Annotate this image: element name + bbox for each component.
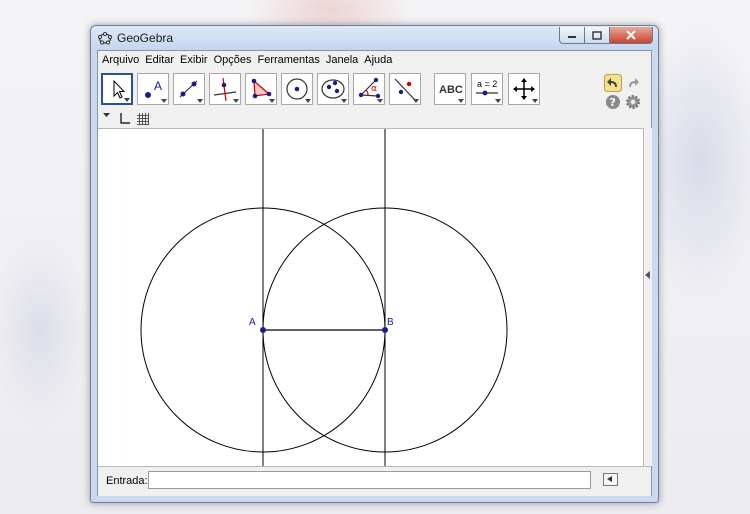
tool-reflect[interactable] <box>389 73 421 105</box>
menu-editar[interactable]: Editar <box>145 54 174 66</box>
close-icon <box>626 30 636 40</box>
app-client-area: Arquivo Editar Exibir Opções Ferramentas… <box>97 50 652 496</box>
tool-move-graphics[interactable] <box>508 73 540 105</box>
virtual-keyboard-button[interactable] <box>603 473 618 486</box>
gear-icon[interactable] <box>624 93 642 111</box>
menu-arquivo[interactable]: Arquivo <box>102 54 139 66</box>
geogebra-window: GeoGebra Arquivo Editar Exibir Opções Fe… <box>90 25 659 503</box>
dropdown-triangle-icon <box>124 98 130 102</box>
tool-point[interactable]: A <box>137 73 169 105</box>
tool-polygon[interactable] <box>245 73 277 105</box>
dropdown-triangle-icon <box>161 99 167 103</box>
undo-icon[interactable] <box>604 74 622 92</box>
dropdown-triangle-icon <box>305 99 311 103</box>
menu-bar: Arquivo Editar Exibir Opções Ferramentas… <box>98 51 651 69</box>
tool-slider-label: a = 2 <box>477 79 497 89</box>
maximize-icon <box>592 30 602 40</box>
window-controls <box>559 27 653 44</box>
geogebra-icon <box>98 32 112 45</box>
tool-bar: A α ABC a = 2 ? <box>98 70 651 110</box>
menu-opcoes[interactable]: Opções <box>214 54 252 66</box>
axes-icon[interactable] <box>117 112 131 126</box>
title-bar[interactable]: GeoGebra <box>91 26 658 50</box>
tool-circle[interactable] <box>281 73 313 105</box>
chevron-left-icon <box>645 271 650 279</box>
menu-exibir[interactable]: Exibir <box>180 54 208 66</box>
dropdown-triangle-icon <box>197 99 203 103</box>
dropdown-triangle-icon <box>233 99 239 103</box>
grid-icon[interactable] <box>136 112 150 126</box>
menu-ferramentas[interactable]: Ferramentas <box>257 54 319 66</box>
point-a-label: A <box>249 317 256 328</box>
point-a[interactable] <box>260 327 266 333</box>
point-b-label: B <box>387 317 394 328</box>
dropdown-triangle-icon <box>532 99 538 103</box>
minimize-icon <box>568 36 576 38</box>
tool-angle[interactable]: α <box>353 73 385 105</box>
tool-slider[interactable]: a = 2 <box>471 73 503 105</box>
dropdown-triangle-icon <box>269 99 275 103</box>
input-field[interactable] <box>148 471 591 489</box>
window-title: GeoGebra <box>117 31 174 45</box>
dropdown-triangle-icon <box>377 99 383 103</box>
input-bar: Entrada: <box>98 466 651 496</box>
menu-ajuda[interactable]: Ajuda <box>364 54 392 66</box>
construction-drawing: A B <box>140 129 508 467</box>
maximize-button[interactable] <box>585 27 610 44</box>
tool-angle-label: α <box>371 84 377 94</box>
redo-icon[interactable] <box>624 74 642 92</box>
graphics-view[interactable]: A B <box>98 128 643 467</box>
dropdown-triangle-icon <box>341 99 347 103</box>
tool-text-label: ABC <box>439 84 463 96</box>
tool-conic[interactable] <box>317 73 349 105</box>
tool-point-label: A <box>154 79 162 93</box>
close-button[interactable] <box>610 27 653 44</box>
dropdown-triangle-icon[interactable] <box>103 113 110 119</box>
dropdown-triangle-icon <box>413 99 419 103</box>
style-bar <box>98 110 651 128</box>
tool-text[interactable]: ABC <box>434 73 466 105</box>
svg-text:?: ? <box>610 96 616 109</box>
tool-line[interactable] <box>173 73 205 105</box>
side-panel-toggle[interactable] <box>643 128 652 466</box>
tool-move[interactable] <box>101 73 133 105</box>
tool-perpendicular[interactable] <box>209 73 241 105</box>
menu-janela[interactable]: Janela <box>326 54 358 66</box>
minimize-button[interactable] <box>559 27 585 44</box>
dropdown-triangle-icon <box>458 99 464 103</box>
dropdown-triangle-icon <box>495 99 501 103</box>
help-icon[interactable]: ? <box>604 93 622 111</box>
input-label: Entrada: <box>106 475 148 487</box>
